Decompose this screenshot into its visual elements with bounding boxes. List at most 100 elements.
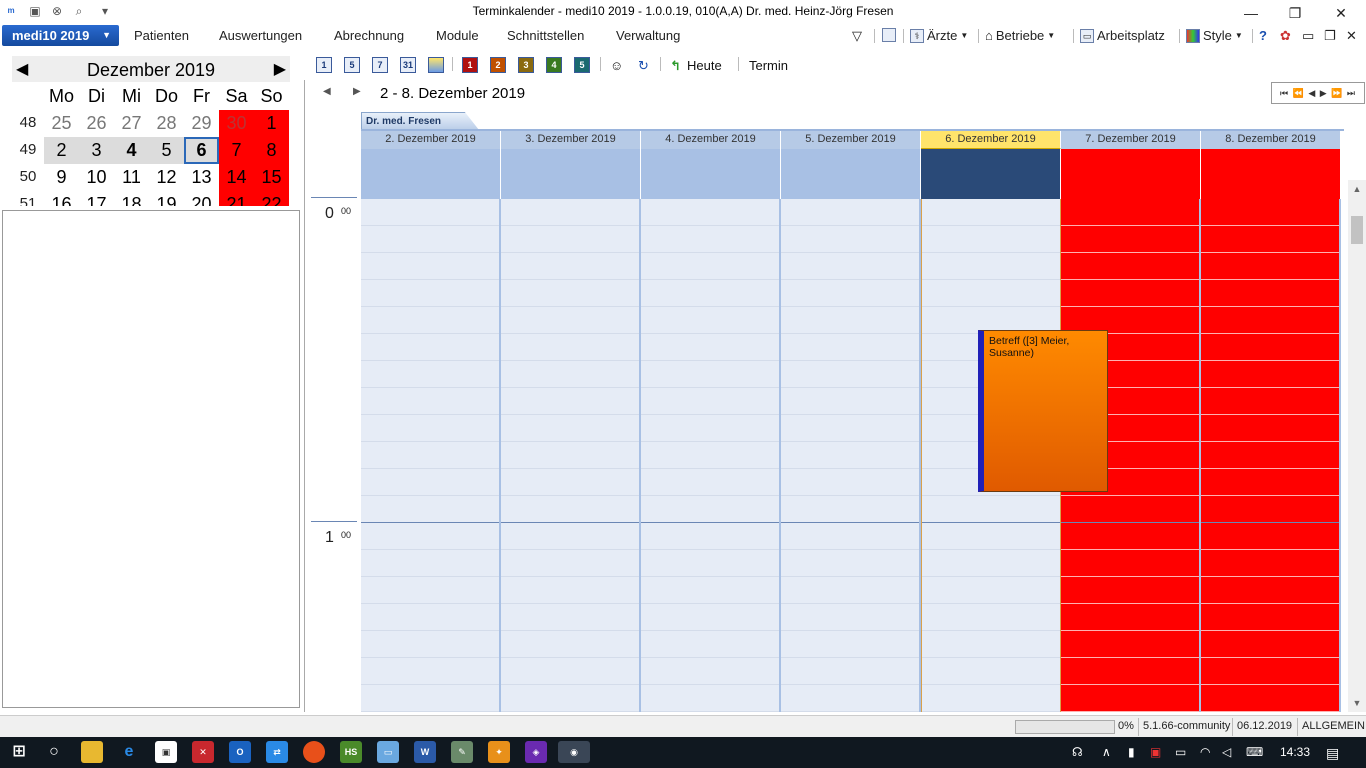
time-slot[interactable]	[641, 361, 779, 388]
store-icon[interactable]: ▣	[155, 741, 177, 763]
app-menu-button[interactable]: medi10 2019 ▼	[2, 25, 119, 46]
time-slot[interactable]	[641, 334, 779, 361]
time-slot[interactable]	[361, 523, 499, 550]
aerzte-dropdown[interactable]: ⚕ Ärzte ▼	[910, 28, 968, 43]
work-week-view-button[interactable]: 5	[344, 57, 360, 73]
time-slot[interactable]	[641, 685, 779, 712]
time-slot[interactable]	[641, 388, 779, 415]
all-day-area[interactable]	[921, 149, 1061, 199]
level-1-button[interactable]: 1	[462, 57, 478, 73]
tool-app-icon[interactable]: ✎	[451, 741, 473, 763]
ribbon-collapse-icon[interactable]: ▽	[852, 28, 862, 44]
outlook-icon[interactable]: O	[229, 741, 251, 763]
firefox-icon[interactable]	[303, 741, 325, 763]
search-icon[interactable]: ○	[43, 741, 65, 763]
edge-icon[interactable]: e	[118, 741, 140, 763]
time-slot[interactable]	[501, 469, 639, 496]
time-slot[interactable]	[781, 577, 919, 604]
vertical-scrollbar[interactable]: ▲ ▼	[1348, 180, 1366, 712]
mini-calendar-day[interactable]: 14	[219, 164, 254, 191]
mini-calendar-day[interactable]: 19	[149, 191, 184, 206]
time-slot[interactable]	[641, 469, 779, 496]
paint-app-icon[interactable]: ✦	[488, 741, 510, 763]
time-slot[interactable]	[361, 307, 499, 334]
time-slot[interactable]	[641, 307, 779, 334]
time-slot[interactable]	[922, 685, 1060, 712]
mini-calendar-day[interactable]: 3	[79, 137, 114, 164]
mini-calendar-day[interactable]: 17	[79, 191, 114, 206]
time-slot[interactable]	[922, 550, 1060, 577]
time-slot[interactable]	[1061, 577, 1199, 604]
panel-toggle-icon[interactable]	[882, 28, 896, 42]
mini-calendar-day[interactable]: 11	[114, 164, 149, 191]
time-slot[interactable]	[1061, 631, 1199, 658]
time-slot[interactable]	[922, 604, 1060, 631]
time-slot[interactable]	[781, 307, 919, 334]
scroll-up-icon[interactable]: ▲	[1348, 184, 1366, 194]
date-navigator[interactable]: ⏮ ⏪ ◀ ▶ ⏩ ⏭	[1271, 82, 1365, 104]
time-slot[interactable]	[1061, 523, 1199, 550]
time-slot[interactable]	[781, 685, 919, 712]
time-slot[interactable]	[501, 523, 639, 550]
network-icon[interactable]: ◠	[1200, 745, 1210, 759]
time-slot[interactable]	[1201, 415, 1339, 442]
mdi-close-icon[interactable]: ✕	[1346, 28, 1357, 44]
time-slot[interactable]	[1201, 685, 1339, 712]
person-icon[interactable]: ☺	[610, 58, 623, 73]
next-month-icon[interactable]: ▶	[274, 59, 286, 79]
time-slot[interactable]	[922, 577, 1060, 604]
scroll-down-icon[interactable]: ▼	[1348, 698, 1366, 708]
time-slot[interactable]	[922, 226, 1060, 253]
time-slot[interactable]	[501, 199, 639, 226]
mini-calendar-day[interactable]: 28	[149, 110, 184, 137]
time-slot[interactable]	[501, 658, 639, 685]
mini-calendar-day[interactable]: 27	[114, 110, 149, 137]
time-slot[interactable]	[781, 631, 919, 658]
time-slot[interactable]	[922, 280, 1060, 307]
time-slot[interactable]	[1201, 253, 1339, 280]
scroll-thumb[interactable]	[1351, 216, 1363, 244]
time-slot[interactable]	[1061, 658, 1199, 685]
mini-calendar-day[interactable]: 22	[254, 191, 289, 206]
day-header[interactable]: 7. Dezember 2019	[1061, 131, 1201, 149]
week-view-button[interactable]: 7	[372, 57, 388, 73]
menu-module[interactable]: Module	[436, 28, 479, 43]
time-slot[interactable]	[1061, 604, 1199, 631]
time-slot[interactable]	[781, 604, 919, 631]
time-slot[interactable]	[641, 226, 779, 253]
all-day-area[interactable]	[781, 149, 921, 199]
time-slot[interactable]	[1061, 253, 1199, 280]
level-3-button[interactable]: 3	[518, 57, 534, 73]
mini-calendar-day[interactable]: 21	[219, 191, 254, 206]
time-slot[interactable]	[922, 199, 1060, 226]
time-slot[interactable]	[922, 253, 1060, 280]
time-slot[interactable]	[641, 658, 779, 685]
time-slot[interactable]	[641, 496, 779, 523]
clock[interactable]: 14:33	[1280, 745, 1310, 759]
minimize-button[interactable]: —	[1228, 0, 1274, 24]
day-view-button[interactable]: 1	[316, 57, 332, 73]
time-slot[interactable]	[922, 496, 1060, 523]
mdi-restore-icon[interactable]: ❐	[1324, 28, 1336, 44]
time-slot[interactable]	[781, 442, 919, 469]
file-explorer-icon[interactable]	[81, 741, 103, 763]
power-icon[interactable]: ▭	[1175, 745, 1186, 759]
hs-app-icon[interactable]: HS	[340, 741, 362, 763]
time-slot[interactable]	[641, 550, 779, 577]
menu-schnittstellen[interactable]: Schnittstellen	[507, 28, 584, 43]
people-icon[interactable]: ☊	[1072, 745, 1083, 759]
refresh-icon[interactable]: ↻	[638, 58, 649, 74]
time-slot[interactable]	[361, 550, 499, 577]
time-slot[interactable]	[641, 442, 779, 469]
antivirus-icon[interactable]: ▣	[1150, 745, 1161, 759]
time-slot[interactable]	[361, 496, 499, 523]
time-slot[interactable]	[1201, 469, 1339, 496]
time-slot[interactable]	[361, 361, 499, 388]
time-slot[interactable]	[1201, 307, 1339, 334]
time-slot[interactable]	[922, 523, 1060, 550]
volume-icon[interactable]: ◁	[1222, 745, 1231, 759]
time-slot[interactable]	[1201, 199, 1339, 226]
time-slot[interactable]	[501, 307, 639, 334]
day-column[interactable]	[641, 199, 781, 712]
time-slot[interactable]	[641, 577, 779, 604]
